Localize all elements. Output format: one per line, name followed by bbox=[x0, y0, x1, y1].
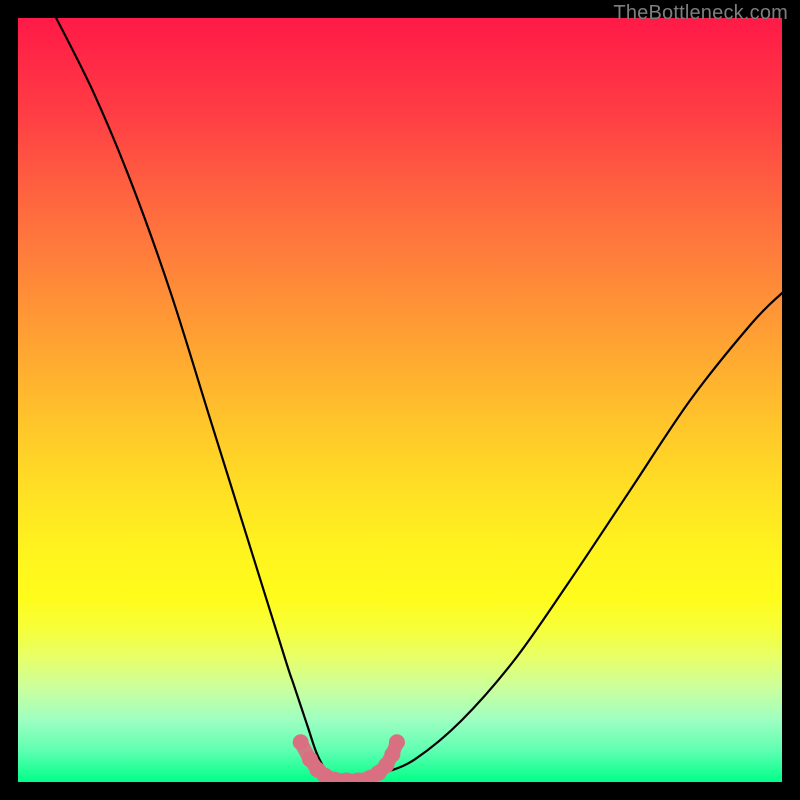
curve-path bbox=[56, 18, 782, 781]
marker-dot bbox=[293, 734, 309, 750]
plot-area bbox=[18, 18, 782, 782]
chart-container: TheBottleneck.com bbox=[0, 0, 800, 800]
marker-dot bbox=[389, 734, 405, 750]
bottleneck-range-markers bbox=[293, 734, 405, 782]
watermark-text: TheBottleneck.com bbox=[613, 2, 788, 25]
bottleneck-curve bbox=[56, 18, 782, 781]
chart-svg bbox=[18, 18, 782, 782]
